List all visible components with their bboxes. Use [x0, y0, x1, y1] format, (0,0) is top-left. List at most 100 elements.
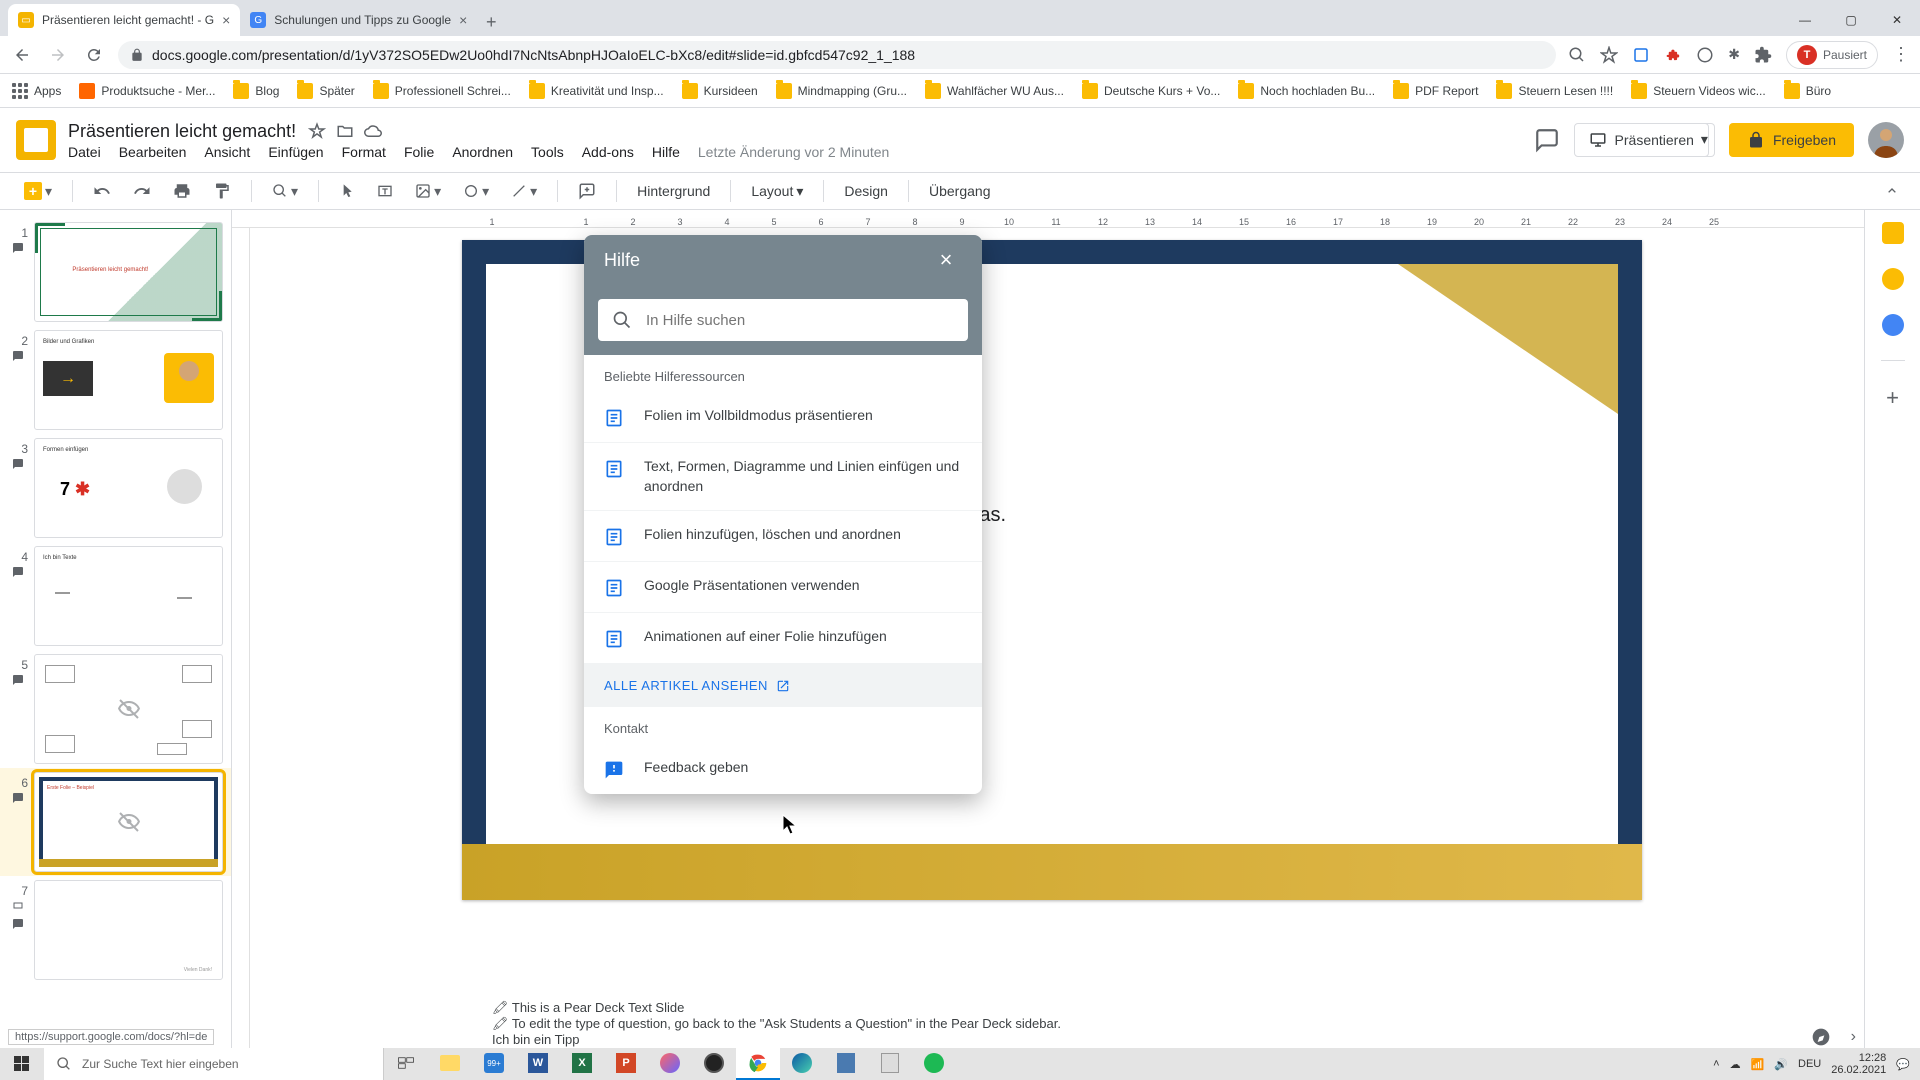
- bookmark-folder[interactable]: Mindmapping (Gru...: [776, 83, 907, 99]
- star-icon[interactable]: [1600, 46, 1618, 64]
- powerpoint-taskbar-icon[interactable]: P: [604, 1048, 648, 1080]
- menu-format[interactable]: Format: [342, 144, 386, 160]
- menu-view[interactable]: Ansicht: [204, 144, 250, 160]
- help-article-link[interactable]: Folien hinzufügen, löschen und anordnen: [584, 511, 982, 562]
- tasks-icon[interactable]: [1882, 314, 1904, 336]
- textbox-tool[interactable]: [371, 179, 399, 203]
- close-tab-icon[interactable]: ×: [459, 12, 467, 28]
- explore-icon[interactable]: [1811, 1027, 1831, 1047]
- extension-icon[interactable]: [1664, 46, 1682, 64]
- transition-button[interactable]: Übergang: [923, 179, 997, 203]
- slide-filmstrip[interactable]: 1 Präsentieren leicht gemacht! 2 Bilder …: [0, 210, 232, 1048]
- bookmark-folder[interactable]: PDF Report: [1393, 83, 1478, 99]
- menu-tools[interactable]: Tools: [531, 144, 564, 160]
- menu-edit[interactable]: Bearbeiten: [119, 144, 187, 160]
- bookmark-apps[interactable]: Apps: [12, 83, 61, 99]
- background-button[interactable]: Hintergrund: [631, 179, 716, 203]
- help-search-box[interactable]: [598, 299, 968, 341]
- star-outline-icon[interactable]: [308, 122, 326, 140]
- bookmark-folder[interactable]: Kursideen: [682, 83, 758, 99]
- add-addon-icon[interactable]: +: [1886, 385, 1899, 411]
- help-article-link[interactable]: Google Präsentationen verwenden: [584, 562, 982, 613]
- start-button[interactable]: [0, 1048, 44, 1080]
- print-button[interactable]: [167, 178, 197, 204]
- address-bar[interactable]: docs.google.com/presentation/d/1yV372SO5…: [118, 41, 1556, 69]
- chrome-menu-icon[interactable]: ⋮: [1892, 44, 1910, 65]
- task-view-icon[interactable]: [384, 1048, 428, 1080]
- bookmark-folder[interactable]: Noch hochladen Bu...: [1238, 83, 1375, 99]
- move-folder-icon[interactable]: [336, 122, 354, 140]
- wifi-tray-icon[interactable]: 📶: [1751, 1058, 1765, 1071]
- forward-button[interactable]: [46, 43, 70, 67]
- send-feedback-link[interactable]: Feedback geben: [584, 744, 982, 794]
- obs-taskbar-icon[interactable]: [692, 1048, 736, 1080]
- menu-slide[interactable]: Folie: [404, 144, 434, 160]
- menu-help[interactable]: Hilfe: [652, 144, 680, 160]
- app-taskbar-icon[interactable]: [868, 1048, 912, 1080]
- tray-chevron-icon[interactable]: ˄: [1713, 1058, 1719, 1070]
- bookmark-item[interactable]: Produktsuche - Mer...: [79, 83, 215, 99]
- shape-tool[interactable]: ▾: [457, 179, 495, 204]
- reload-button[interactable]: [82, 43, 106, 67]
- app-taskbar-icon[interactable]: [824, 1048, 868, 1080]
- minimize-button[interactable]: —: [1782, 4, 1828, 36]
- slide-thumbnail[interactable]: [34, 654, 223, 764]
- redo-button[interactable]: [127, 178, 157, 204]
- slides-logo-icon[interactable]: [16, 120, 56, 160]
- help-search-input[interactable]: [646, 312, 954, 329]
- new-slide-button[interactable]: +▾: [18, 178, 58, 204]
- comment-tool[interactable]: [572, 178, 602, 204]
- document-title[interactable]: Präsentieren leicht gemacht!: [68, 121, 296, 142]
- word-taskbar-icon[interactable]: W: [516, 1048, 560, 1080]
- collapse-toolbar-icon[interactable]: [1884, 183, 1900, 199]
- undo-button[interactable]: [87, 178, 117, 204]
- extension-icon[interactable]: [1696, 46, 1714, 64]
- zoom-button[interactable]: ▾: [266, 179, 304, 204]
- close-dialog-button[interactable]: ×: [930, 244, 962, 276]
- back-button[interactable]: [10, 43, 34, 67]
- account-avatar[interactable]: [1868, 122, 1904, 158]
- taskbar-clock[interactable]: 12:28 26.02.2021: [1831, 1052, 1886, 1076]
- paint-format-button[interactable]: [207, 178, 237, 204]
- present-dropdown[interactable]: ▾: [1695, 123, 1715, 157]
- excel-taskbar-icon[interactable]: X: [560, 1048, 604, 1080]
- bookmark-folder[interactable]: Professionell Schrei...: [373, 83, 511, 99]
- language-indicator[interactable]: DEU: [1798, 1058, 1821, 1070]
- bookmark-folder[interactable]: Wahlfächer WU Aus...: [925, 83, 1064, 99]
- next-slide-icon[interactable]: ›: [1851, 1028, 1856, 1046]
- bookmark-folder[interactable]: Später: [297, 83, 354, 99]
- bookmark-folder[interactable]: Steuern Videos wic...: [1631, 83, 1766, 99]
- cloud-tray-icon[interactable]: ☁: [1730, 1058, 1741, 1071]
- profile-chip[interactable]: T Pausiert: [1786, 41, 1878, 69]
- share-button[interactable]: Freigeben: [1729, 123, 1854, 157]
- theme-button[interactable]: Design: [838, 179, 894, 203]
- slide-thumbnail[interactable]: Ich bin Texte: [34, 546, 223, 646]
- last-edit-text[interactable]: Letzte Änderung vor 2 Minuten: [698, 144, 889, 160]
- keep-icon[interactable]: [1882, 222, 1904, 244]
- extension-icon[interactable]: [1632, 46, 1650, 64]
- line-tool[interactable]: ▾: [505, 179, 543, 204]
- close-window-button[interactable]: ✕: [1874, 4, 1920, 36]
- close-tab-icon[interactable]: ×: [222, 12, 230, 28]
- layout-button[interactable]: Layout ▾: [745, 179, 809, 204]
- help-article-link[interactable]: Text, Formen, Diagramme und Linien einfü…: [584, 443, 982, 511]
- maximize-button[interactable]: ▢: [1828, 4, 1874, 36]
- new-tab-button[interactable]: +: [477, 8, 505, 36]
- app-taskbar-icon[interactable]: 99+: [472, 1048, 516, 1080]
- extension-icon[interactable]: ✱: [1728, 46, 1740, 63]
- slide-thumbnail[interactable]: Präsentieren leicht gemacht!: [34, 222, 223, 322]
- app-taskbar-icon[interactable]: [648, 1048, 692, 1080]
- bookmark-folder[interactable]: Deutsche Kurs + Vo...: [1082, 83, 1220, 99]
- edge-taskbar-icon[interactable]: [780, 1048, 824, 1080]
- cloud-saved-icon[interactable]: [364, 122, 382, 140]
- chrome-taskbar-icon[interactable]: [736, 1048, 780, 1080]
- zoom-icon[interactable]: [1568, 46, 1586, 64]
- select-tool[interactable]: [333, 179, 361, 203]
- volume-tray-icon[interactable]: 🔊: [1774, 1058, 1788, 1071]
- slide-thumbnail[interactable]: Formen einfügen 7 ✱: [34, 438, 223, 538]
- slide-thumbnail-selected[interactable]: Erste Folie – Beispiel: [34, 772, 223, 872]
- view-all-articles-link[interactable]: ALLE ARTIKEL ANSEHEN: [584, 664, 982, 707]
- menu-file[interactable]: Datei: [68, 144, 101, 160]
- bookmark-folder[interactable]: Blog: [233, 83, 279, 99]
- present-button[interactable]: Präsentieren: [1574, 123, 1709, 157]
